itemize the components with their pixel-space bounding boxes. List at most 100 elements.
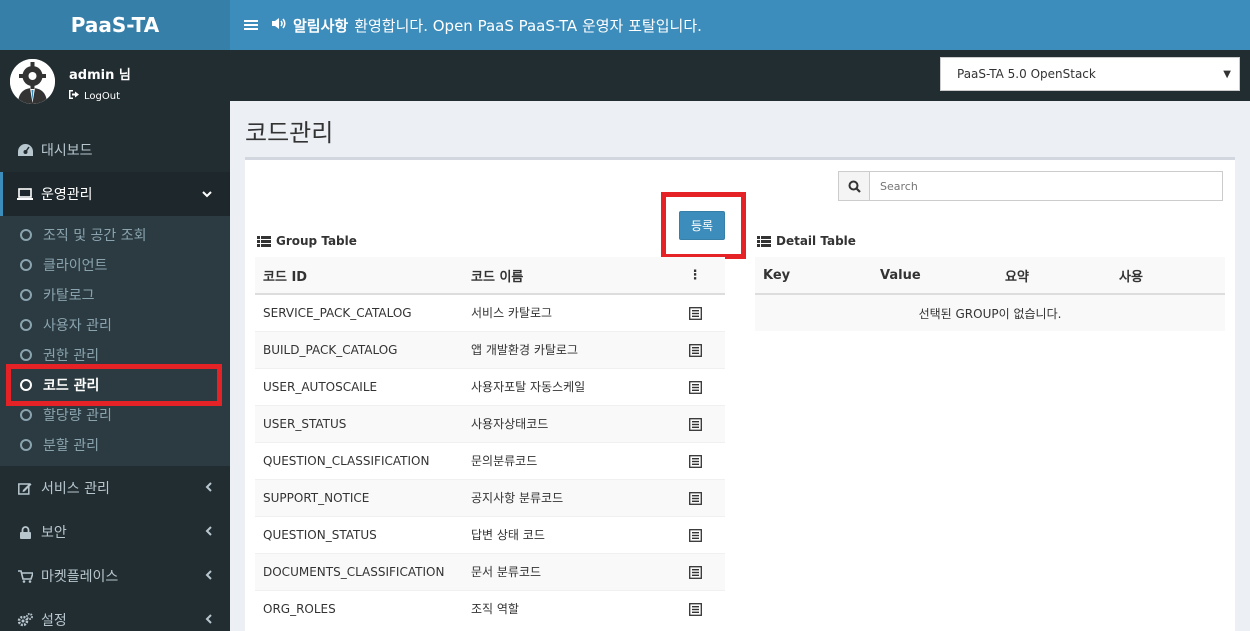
empty-message: 선택된 GROUP이 없습니다. [755,293,1225,331]
circle-icon [20,289,32,301]
table-row[interactable]: SUPPORT_NOTICE 공지사항 분류코드 [255,478,725,516]
circle-icon [20,319,32,331]
notice-label: 알림사항 [293,16,349,35]
sidebar-item-settings[interactable]: 설정 [0,598,230,631]
search-icon [848,180,861,193]
list-alt-icon [688,602,702,616]
sidebar-item-label: 사용자 관리 [43,318,112,334]
code-name: 사용자포탈 자동스케일 [463,367,665,405]
detail-button[interactable] [665,330,725,368]
detail-button[interactable] [665,478,725,516]
table-row[interactable]: QUESTION_STATUS 답변 상태 코드 [255,515,725,553]
chevron-left-icon [205,481,212,495]
detail-button[interactable] [665,367,725,405]
code-name: 앱 개발환경 카탈로그 [463,330,665,368]
sidebar-item-marketplace[interactable]: 마켓플레이스 [0,554,230,598]
code-id: USER_AUTOSCAILE [255,367,463,405]
sign-out-icon [69,90,79,102]
code-name: 문서 분류코드 [463,552,665,590]
list-alt-icon [688,454,702,468]
notice-text: 환영합니다. Open PaaS PaaS-TA 운영자 포탈입니다. [354,16,702,35]
detail-table-header: Key Value 요약 사용 [755,257,1225,295]
user-panel: admin 님 LogOut [0,50,230,104]
group-table-header: 코드 ID 코드 이름 ⋮ [255,257,725,295]
list-icon [757,235,771,247]
highlight-code-management [6,364,222,406]
sidebar-item-services[interactable]: 서비스 관리 [0,466,230,510]
sidebar-item-dashboard[interactable]: 대시보드 [0,128,230,172]
column-header-key: Key [755,257,872,295]
detail-button[interactable] [665,552,725,590]
sidebar-item-security[interactable]: 보안 [0,510,230,554]
code-id: SUPPORT_NOTICE [255,478,463,516]
sidebar: PaaS-TA admin 님 LogOut 대시보드 운영관리 조직 및 공간… [0,0,230,631]
empty-row: 선택된 GROUP이 없습니다. [755,293,1225,331]
dashboard-icon [17,144,33,156]
detail-table-title-text: Detail Table [776,234,856,248]
detail-button[interactable] [665,293,725,331]
list-alt-icon [688,306,702,320]
detail-button[interactable] [665,441,725,479]
sidebar-item-label: 대시보드 [41,143,93,159]
operations-submenu: 조직 및 공간 조회 클라이언트 카탈로그 사용자 관리 권한 관리 코드 관리… [0,216,230,466]
chevron-down-icon [202,187,212,201]
code-id: DOCUMENTS_CLASSIFICATION [255,552,463,590]
code-id: QUESTION_CLASSIFICATION [255,441,463,479]
search-button[interactable] [838,171,870,201]
detail-button[interactable] [665,515,725,553]
table-row[interactable]: USER_AUTOSCAILE 사용자포탈 자동스케일 [255,367,725,405]
code-id: ORG_ROLES [255,589,463,627]
user-gear-icon [10,59,55,104]
code-name: 사용자상태코드 [463,404,665,442]
table-row[interactable]: SERVICE_PACK_CATALOG 서비스 카탈로그 [255,293,725,331]
search-bar [838,171,1223,201]
table-row[interactable]: QUESTION_CLASSIFICATION 문의분류코드 [255,441,725,479]
environment-select[interactable]: PaaS-TA 5.0 OpenStack ▼ [940,57,1240,91]
group-table: 코드 ID 코드 이름 ⋮ SERVICE_PACK_CATALOG 서비스 카탈… [255,257,725,627]
detail-table: Key Value 요약 사용 선택된 GROUP이 없습니다. [755,257,1225,331]
sidebar-item-label: 조직 및 공간 조회 [43,228,147,244]
group-table-title: Group Table [257,234,357,248]
column-header-menu: ⋮ [665,257,725,295]
sidebar-item-catalog[interactable]: 카탈로그 [0,280,230,310]
logout-link[interactable]: LogOut [69,90,120,102]
list-alt-icon [688,417,702,431]
code-name: 공지사항 분류코드 [463,478,665,516]
column-header-code-name: 코드 이름 [463,257,665,295]
circle-icon [20,259,32,271]
sidebar-item-user-management[interactable]: 사용자 관리 [0,310,230,340]
caret-down-icon: ▼ [1223,68,1231,80]
list-icon [257,235,271,247]
table-row[interactable]: BUILD_PACK_CATALOG 앱 개발환경 카탈로그 [255,330,725,368]
list-alt-icon [688,565,702,579]
menu-toggle[interactable] [230,19,272,31]
sidebar-item-operations[interactable]: 운영관리 [0,172,230,216]
sidebar-item-label: 클라이언트 [43,258,108,274]
group-table-title-text: Group Table [276,234,357,248]
laptop-icon [17,188,33,200]
list-alt-icon [688,343,702,357]
top-header: 알림사항 환영합니다. Open PaaS PaaS-TA 운영자 포탈입니다. [230,0,1250,50]
sidebar-item-client[interactable]: 클라이언트 [0,250,230,280]
search-input[interactable] [870,171,1223,201]
code-name: 조직 역할 [463,589,665,627]
column-header-summary: 요약 [997,257,1111,295]
sidebar-item-org-space[interactable]: 조직 및 공간 조회 [0,220,230,250]
notice-bar: 알림사항 환영합니다. Open PaaS PaaS-TA 운영자 포탈입니다. [272,15,702,36]
list-alt-icon [688,528,702,542]
detail-table-title: Detail Table [757,234,856,248]
edit-icon [17,482,33,495]
sidebar-item-label: 권한 관리 [43,348,99,364]
table-row[interactable]: ORG_ROLES 조직 역할 [255,589,725,627]
highlight-register-button [661,192,746,259]
code-id: SERVICE_PACK_CATALOG [255,293,463,331]
column-header-value: Value [872,257,997,295]
gears-icon [17,613,33,627]
table-row[interactable]: DOCUMENTS_CLASSIFICATION 문서 분류코드 [255,552,725,590]
detail-button[interactable] [665,404,725,442]
brand-logo[interactable]: PaaS-TA [0,0,230,50]
table-row[interactable]: USER_STATUS 사용자상태코드 [255,404,725,442]
sidebar-item-split[interactable]: 분할 관리 [0,430,230,460]
detail-button[interactable] [665,589,725,627]
sub-header: PaaS-TA 5.0 OpenStack ▼ [230,50,1250,101]
